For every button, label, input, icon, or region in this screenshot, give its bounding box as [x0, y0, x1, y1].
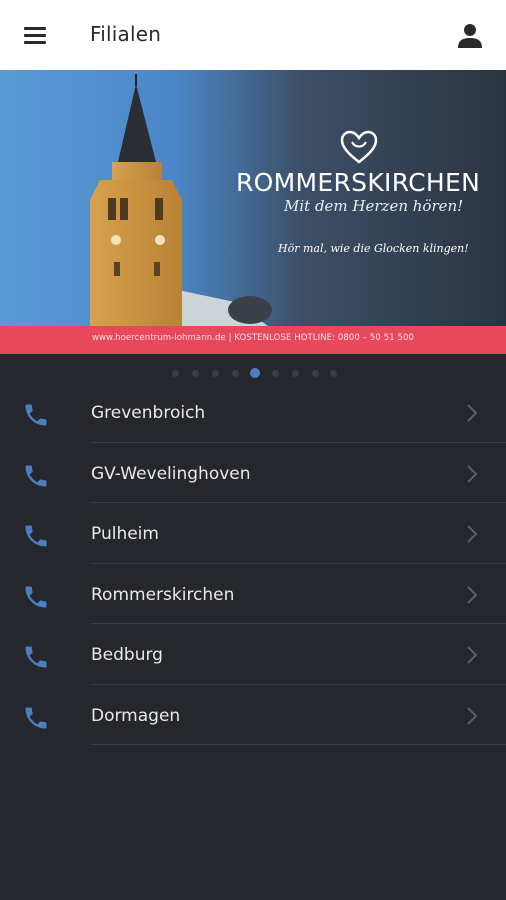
- chevron-right-icon: [467, 404, 478, 422]
- banner-brand: ROMMERSKIRCHEN: [236, 168, 481, 197]
- branch-item-pulheim[interactable]: Pulheim: [0, 503, 506, 564]
- chevron-right-icon: [467, 464, 478, 483]
- divider: [91, 744, 506, 745]
- chevron-right-icon: [467, 585, 478, 604]
- carousel-indicator: [0, 366, 506, 380]
- carousel-dot[interactable]: [192, 370, 199, 377]
- carousel-dot[interactable]: [330, 370, 337, 377]
- user-icon[interactable]: [454, 20, 486, 52]
- branch-item-grevenbroich[interactable]: Grevenbroich: [0, 382, 506, 443]
- chevron-right-icon: [467, 525, 478, 543]
- hamburger-menu-icon[interactable]: [22, 22, 48, 48]
- branch-label: Bedburg: [91, 645, 163, 665]
- branch-label: Rommerskirchen: [91, 584, 235, 605]
- phone-icon: [25, 586, 47, 607]
- branch-label: Grevenbroich: [91, 403, 206, 423]
- carousel-dot[interactable]: [172, 370, 179, 377]
- branch-list: Grevenbroich GV-Wevelinghoven Pulheim Ro…: [0, 382, 506, 745]
- carousel-dot[interactable]: [292, 370, 299, 377]
- banner-slogan: Mit dem Herzen hören!: [284, 197, 464, 215]
- app-bar: Filialen: [0, 0, 506, 71]
- branch-item-rommerskirchen[interactable]: Rommerskirchen: [0, 564, 506, 624]
- branch-item-bedburg[interactable]: Bedburg: [0, 624, 506, 685]
- branch-label: Dormagen: [91, 705, 181, 726]
- carousel-dot-active[interactable]: [250, 368, 260, 378]
- carousel-dot[interactable]: [312, 370, 319, 377]
- carousel-dot[interactable]: [232, 370, 239, 377]
- phone-icon: [25, 646, 47, 668]
- promo-banner[interactable]: ROMMERSKIRCHEN Mit dem Herzen hören! Hör…: [0, 70, 506, 354]
- phone-icon: [25, 465, 47, 486]
- branch-label: GV-Wevelinghoven: [91, 463, 251, 484]
- phone-icon: [25, 707, 47, 728]
- phone-icon: [25, 525, 47, 547]
- carousel-dot[interactable]: [212, 370, 219, 377]
- branch-item-dormagen[interactable]: Dormagen: [0, 685, 506, 745]
- branch-item-gv-wevelinghoven[interactable]: GV-Wevelinghoven: [0, 443, 506, 503]
- chevron-right-icon: [467, 646, 478, 664]
- branch-label: Pulheim: [91, 524, 159, 544]
- chevron-right-icon: [467, 706, 478, 725]
- banner-footer-text: www.hoercentrum-lohmann.de | KOSTENLOSE …: [91, 333, 415, 343]
- carousel-dot[interactable]: [272, 370, 279, 377]
- page-title: Filialen: [90, 22, 162, 46]
- banner-tagline: Hör mal, wie die Glocken klingen!: [278, 242, 469, 255]
- phone-icon: [25, 404, 47, 426]
- banner-footer-strip: www.hoercentrum-lohmann.de | KOSTENLOSE …: [0, 326, 506, 354]
